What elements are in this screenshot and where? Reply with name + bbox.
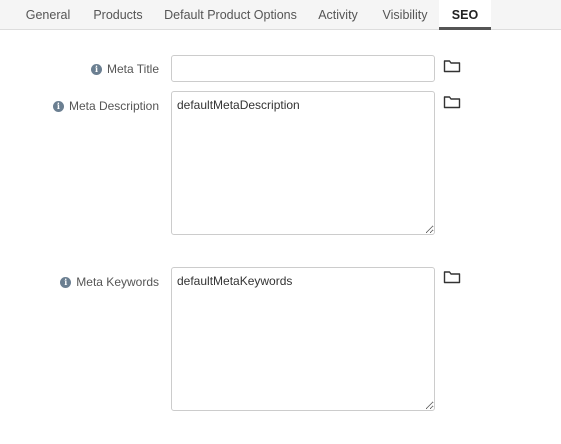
meta-description-label: i Meta Description (52, 99, 159, 113)
meta-title-input[interactable] (171, 55, 435, 82)
meta-title-label: i Meta Title (90, 62, 159, 76)
meta-keywords-textarea[interactable]: defaultMetaKeywords (171, 267, 435, 411)
info-icon: i (52, 100, 64, 112)
info-icon: i (60, 276, 72, 288)
meta-description-label-text: Meta Description (68, 99, 159, 113)
folder-icon[interactable] (443, 58, 461, 74)
folder-icon[interactable] (443, 269, 461, 285)
tab-visibility[interactable]: Visibility (375, 0, 435, 29)
meta-title-label-text: Meta Title (106, 62, 159, 76)
meta-keywords-label: i Meta Keywords (60, 275, 159, 289)
folder-icon[interactable] (443, 94, 461, 110)
tab-general[interactable]: General (15, 0, 81, 29)
meta-keywords-label-text: Meta Keywords (76, 275, 159, 289)
meta-description-textarea[interactable]: defaultMetaDescription (171, 91, 435, 235)
info-icon: i (90, 63, 102, 75)
tab-bar: General Products Default Product Options… (0, 0, 561, 30)
tab-products[interactable]: Products (85, 0, 151, 29)
tab-default-product-options[interactable]: Default Product Options (160, 0, 301, 29)
tab-seo[interactable]: SEO (439, 0, 491, 30)
tab-activity[interactable]: Activity (310, 0, 366, 29)
